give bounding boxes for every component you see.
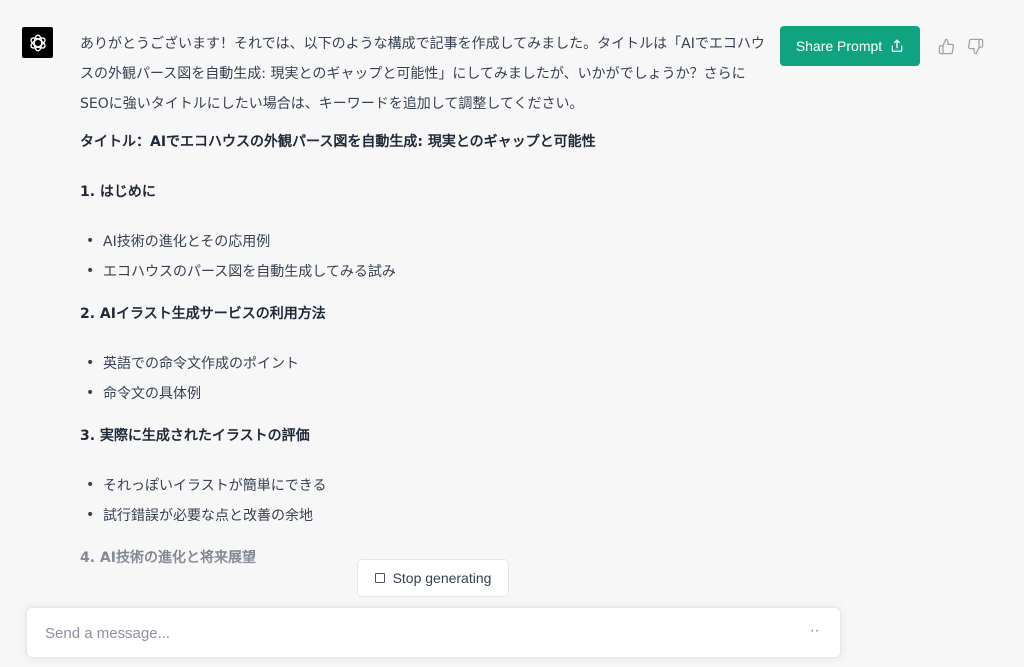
list-item: • 試行錯誤が必要な点と改善の余地 <box>80 501 770 531</box>
stop-generating-label: Stop generating <box>392 570 492 586</box>
list-item: • 命令文の具体例 <box>80 379 770 409</box>
message-intro: ありがとうございます！それでは、以下のような構成で記事を作成してみました。タイト… <box>80 36 765 112</box>
thumbs-down-button[interactable] <box>966 37 984 55</box>
bullet-dot-icon: • <box>86 507 95 523</box>
bullet-dot-icon: • <box>86 233 95 249</box>
bullet-dot-icon: • <box>86 385 95 401</box>
share-prompt-label: Share Prompt <box>795 38 883 54</box>
assistant-avatar <box>22 27 53 58</box>
list-item: • AI技術の進化とその応用例 <box>80 227 770 257</box>
list-item-text: 英語での命令文作成のポイント <box>103 356 299 372</box>
list-item-text: 命令文の具体例 <box>103 386 201 402</box>
list-item-text: エコハウスのパース図を自動生成してみる試み <box>103 264 396 280</box>
section-heading-3: 3. 実際に生成されたイラストの評価 <box>80 428 310 444</box>
thumbs-up-icon <box>938 38 954 54</box>
section-heading-2: 2. AIイラスト生成サービスの利用方法 <box>80 306 326 322</box>
thumbs-down-icon <box>967 38 983 54</box>
section-3-bullets: • それっぽいイラストが簡単にできる • 試行錯誤が必要な点と改善の余地 <box>80 471 770 531</box>
bullet-dot-icon: • <box>86 263 95 279</box>
message-input[interactable] <box>43 608 787 659</box>
message-composer: ·· <box>26 607 841 659</box>
assistant-message: ありがとうございます！それでは、以下のような構成で記事を作成してみました。タイト… <box>80 29 770 573</box>
section-heading-1: 1. はじめに <box>80 184 156 200</box>
share-prompt-button[interactable]: Share Prompt <box>780 26 920 66</box>
share-icon <box>891 39 903 52</box>
bullet-dot-icon: • <box>86 477 95 493</box>
list-item-text: AI技術の進化とその応用例 <box>103 234 271 250</box>
chat-page: ありがとうございます！それでは、以下のような構成で記事を作成してみました。タイト… <box>0 0 1024 667</box>
section-1-bullets: • AI技術の進化とその応用例 • エコハウスのパース図を自動生成してみる試み <box>80 227 770 287</box>
thumbs-up-button[interactable] <box>937 37 955 55</box>
list-item-text: 試行錯誤が必要な点と改善の余地 <box>103 508 313 524</box>
list-item: • それっぽいイラストが簡単にできる <box>80 471 770 501</box>
openai-logo-icon <box>29 34 46 51</box>
bullet-dot-icon: • <box>86 355 95 371</box>
typing-indicator: ·· <box>810 624 820 638</box>
section-2-bullets: • 英語での命令文作成のポイント • 命令文の具体例 <box>80 349 770 409</box>
article-title: タイトル：AIでエコハウスの外観パース図を自動生成: 現実とのギャップと可能性 <box>80 134 596 150</box>
list-item-text: それっぽいイラストが簡単にできる <box>103 478 327 494</box>
list-item: • 英語での命令文作成のポイント <box>80 349 770 379</box>
stop-square-icon <box>374 573 385 583</box>
stop-generating-button[interactable]: Stop generating <box>357 559 509 597</box>
list-item: • エコハウスのパース図を自動生成してみる試み <box>80 257 770 287</box>
